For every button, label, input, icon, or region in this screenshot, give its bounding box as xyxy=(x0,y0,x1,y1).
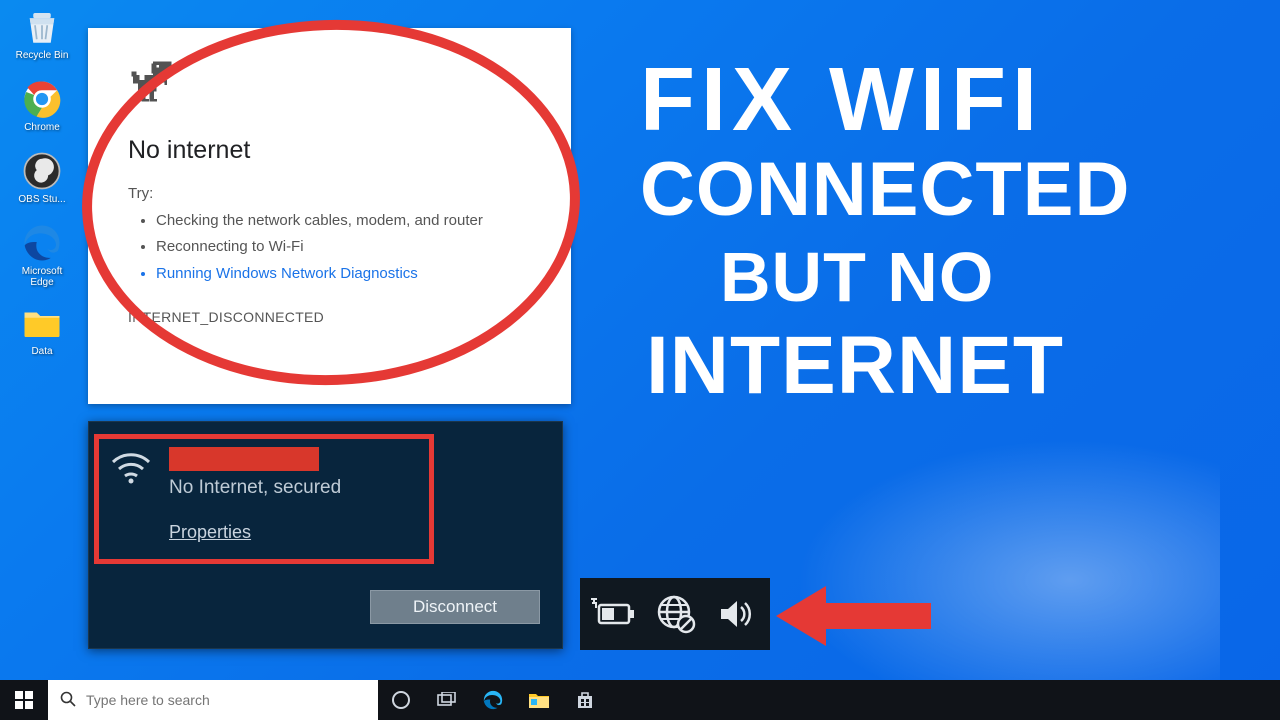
desktop-icon-label: Data xyxy=(12,346,72,357)
error-bullet: Reconnecting to Wi-Fi xyxy=(156,234,531,260)
windows-logo-icon xyxy=(15,691,33,709)
folder-icon xyxy=(528,691,550,709)
store-icon xyxy=(575,690,595,710)
desktop-icon-label: OBS Stu... xyxy=(12,194,72,205)
volume-icon xyxy=(717,597,761,631)
recycle-bin-icon xyxy=(21,6,63,48)
globe-no-internet-icon xyxy=(654,592,698,636)
annotation-arrow xyxy=(776,581,936,651)
taskbar-pinned xyxy=(378,680,608,720)
chrome-error-panel: No internet Try: Checking the network ca… xyxy=(88,28,571,404)
desktop-icon-label: Recycle Bin xyxy=(12,50,72,61)
edge-icon xyxy=(482,689,504,711)
wifi-status-text: No Internet, secured xyxy=(169,477,341,499)
headline-line-2: CONNECTED xyxy=(640,151,1260,229)
start-button[interactable] xyxy=(0,680,48,720)
headline-text: FIX WIFI CONNECTED BUT NO INTERNET xyxy=(640,55,1260,407)
edge-icon xyxy=(21,222,63,264)
task-view-button[interactable] xyxy=(424,680,470,720)
error-suggestions: Checking the network cables, modem, and … xyxy=(128,208,531,287)
cortana-button[interactable] xyxy=(378,680,424,720)
disconnect-button[interactable]: Disconnect xyxy=(370,590,540,624)
network-name-redacted xyxy=(169,447,319,471)
taskbar xyxy=(0,680,1280,720)
desktop-icon-label: Microsoft Edge xyxy=(12,266,72,288)
obs-icon xyxy=(21,150,63,192)
search-icon xyxy=(60,691,76,710)
tray-zoom-panel xyxy=(580,578,770,650)
cortana-icon xyxy=(391,690,411,710)
folder-icon xyxy=(21,302,63,344)
taskbar-store[interactable] xyxy=(562,680,608,720)
dino-icon xyxy=(128,60,178,110)
task-view-icon xyxy=(437,692,457,708)
taskbar-search[interactable] xyxy=(48,680,378,720)
chrome-icon xyxy=(21,78,63,120)
diagnostics-link[interactable]: Running Windows Network Diagnostics xyxy=(156,261,531,287)
desktop-icon-folder[interactable]: Data xyxy=(12,302,72,357)
desktop-icon-chrome[interactable]: Chrome xyxy=(12,78,72,133)
taskbar-file-explorer[interactable] xyxy=(516,680,562,720)
desktop-icon-label: Chrome xyxy=(12,122,72,133)
headline-line-1: FIX WIFI xyxy=(640,55,1260,147)
search-input[interactable] xyxy=(86,692,346,708)
error-heading: No internet xyxy=(128,136,531,165)
headline-line-3: BUT NO xyxy=(720,242,1260,313)
wifi-flyout: No Internet, secured Properties Disconne… xyxy=(88,421,563,649)
desktop-icon-recycle-bin[interactable]: Recycle Bin xyxy=(12,6,72,61)
error-code: INTERNET_DISCONNECTED xyxy=(128,309,531,325)
error-try-label: Try: xyxy=(128,185,531,202)
wallpaper-light xyxy=(720,400,1220,700)
error-bullet: Checking the network cables, modem, and … xyxy=(156,208,531,234)
desktop-icon-obs[interactable]: OBS Stu... xyxy=(12,150,72,205)
headline-line-4: INTERNET xyxy=(646,324,1260,408)
taskbar-edge[interactable] xyxy=(470,680,516,720)
wifi-properties-link[interactable]: Properties xyxy=(169,522,251,543)
desktop-icon-edge[interactable]: Microsoft Edge xyxy=(12,222,72,288)
battery-charging-icon xyxy=(589,597,635,631)
wifi-icon xyxy=(111,452,151,489)
